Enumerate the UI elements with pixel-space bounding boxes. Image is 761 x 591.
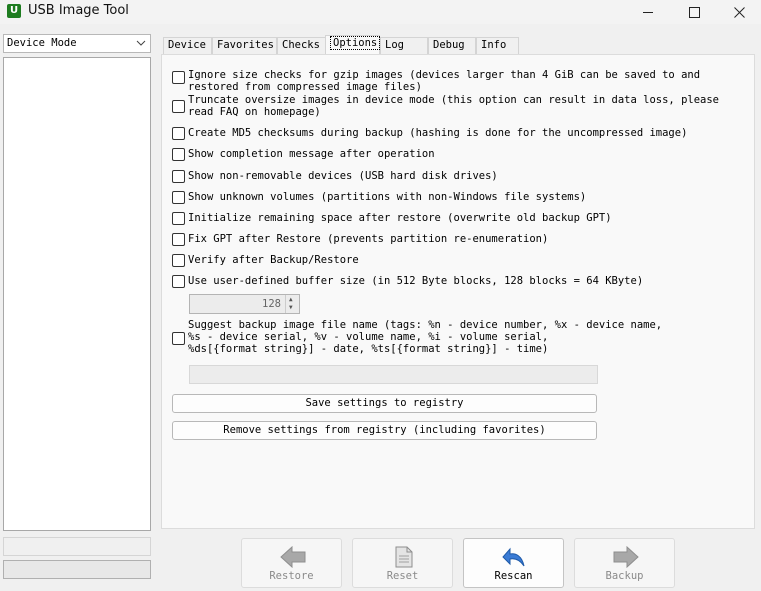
reset-label: Reset	[386, 570, 419, 582]
device-mode-select[interactable]: Device Mode	[3, 34, 151, 53]
minimize-icon	[642, 11, 653, 13]
remove-settings-button[interactable]: Remove settings from registry (including…	[172, 421, 597, 440]
close-icon	[733, 6, 745, 18]
backup-label: Backup	[605, 570, 644, 582]
rescan-button[interactable]: Rescan	[463, 538, 564, 588]
document-icon	[395, 546, 413, 568]
arrow-left-icon	[280, 546, 306, 568]
tab-options[interactable]: Options	[325, 35, 381, 54]
close-button[interactable]	[716, 0, 761, 24]
option-label: Fix GPT after Restore (prevents partitio…	[188, 233, 549, 245]
option-label: Show non-removable devices (USB hard dis…	[188, 170, 498, 182]
option-label: Truncate oversize images in device mode …	[188, 94, 720, 118]
tab-favorites[interactable]: Favorites	[212, 37, 277, 54]
checkbox[interactable]	[172, 71, 185, 84]
tab-info[interactable]: Info	[476, 37, 519, 54]
maximize-icon	[688, 6, 700, 18]
backup-button[interactable]: Backup	[574, 538, 675, 588]
checkbox[interactable]	[172, 148, 185, 161]
checkbox[interactable]	[172, 332, 185, 345]
checkbox[interactable]	[172, 233, 185, 246]
chevron-down-icon[interactable]: ▼	[289, 305, 293, 311]
checkbox[interactable]	[172, 127, 185, 140]
checkbox[interactable]	[172, 100, 185, 113]
option-label: Initialize remaining space after restore…	[188, 212, 612, 224]
option-label: Create MD5 checksums during backup (hash…	[188, 127, 688, 139]
reset-button[interactable]: Reset	[352, 538, 453, 588]
chevron-down-icon	[136, 40, 146, 46]
checkbox[interactable]	[172, 191, 185, 204]
tab-checks[interactable]: Checks	[277, 37, 326, 54]
option-label: Show completion message after operation	[188, 148, 435, 160]
save-settings-button[interactable]: Save settings to registry	[172, 394, 597, 413]
minimize-button[interactable]	[625, 0, 671, 24]
tab-debug[interactable]: Debug	[428, 37, 476, 54]
option-label: Suggest backup image file name (tags: %n…	[188, 319, 663, 355]
tab-device[interactable]: Device	[163, 37, 212, 54]
restore-button[interactable]: Restore	[241, 538, 342, 588]
progress-bar	[3, 560, 151, 579]
tab-log[interactable]: Log	[380, 37, 428, 54]
options-panel	[161, 54, 755, 529]
title-bar: U USB Image Tool	[0, 0, 761, 24]
device-info-field	[3, 537, 151, 556]
filename-template-input[interactable]	[189, 365, 598, 384]
checkbox[interactable]	[172, 254, 185, 267]
checkbox[interactable]	[172, 275, 185, 288]
option-label: Show unknown volumes (partitions with no…	[188, 191, 587, 203]
rescan-arrow-icon	[502, 547, 525, 567]
stepper-arrows[interactable]: ▲ ▼	[285, 295, 299, 313]
restore-label: Restore	[269, 570, 314, 582]
option-label: Ignore size checks for gzip images (devi…	[188, 69, 701, 93]
buffer-size-stepper[interactable]: 128 ▲ ▼	[189, 294, 300, 314]
arrow-right-icon	[613, 546, 639, 568]
option-label: Verify after Backup/Restore	[188, 254, 359, 266]
buffer-size-value: 128	[262, 298, 281, 310]
rescan-label: Rescan	[494, 570, 533, 582]
checkbox[interactable]	[172, 170, 185, 183]
maximize-button[interactable]	[671, 0, 717, 24]
device-list[interactable]	[3, 57, 151, 531]
app-icon: U	[7, 4, 21, 18]
checkbox[interactable]	[172, 212, 185, 225]
chevron-up-icon[interactable]: ▲	[289, 297, 293, 303]
window-title: USB Image Tool	[28, 3, 129, 18]
option-label: Use user-defined buffer size (in 512 Byt…	[188, 275, 644, 287]
device-mode-value: Device Mode	[7, 37, 77, 49]
